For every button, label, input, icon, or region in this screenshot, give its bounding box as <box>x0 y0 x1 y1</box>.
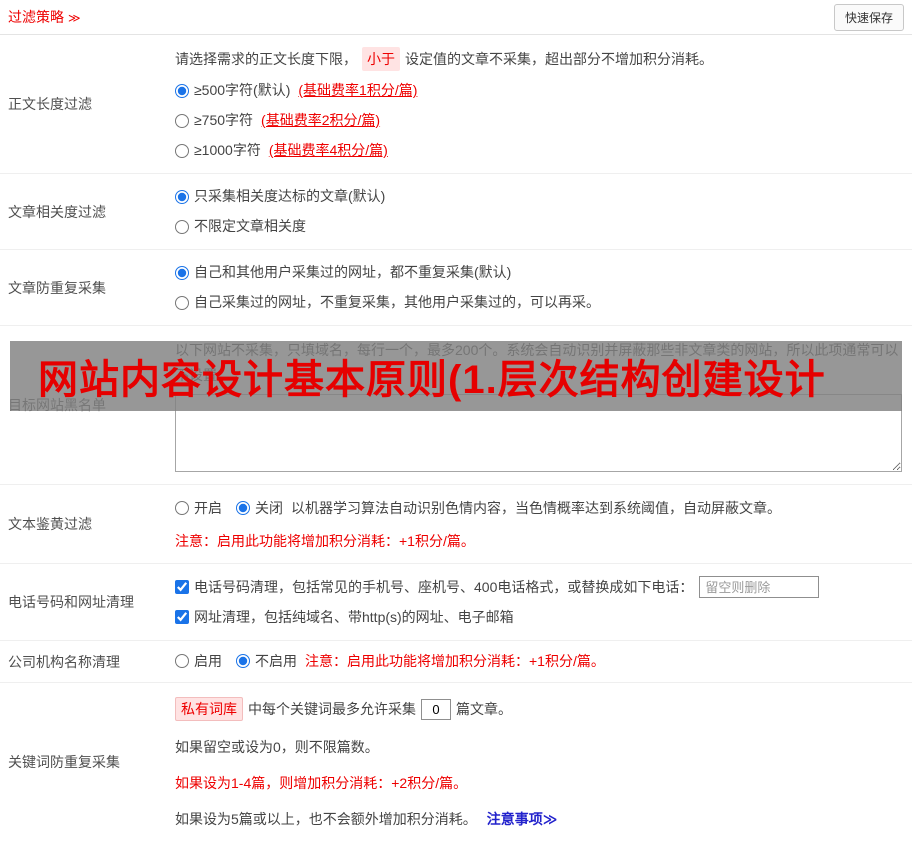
checkbox-label-phone-clean: 电话号码清理，包括常见的手机号、座机号、400电话格式，或替换成如下电话： <box>194 579 694 595</box>
radio-option-porn-on[interactable]: 开启 <box>175 497 222 519</box>
radio-label-500: ≥500字符(默认) <box>194 82 291 98</box>
row-porn-filter: 文本鉴黄过滤 开启 关闭 以机器学习算法自动识别色情内容，当色情概率达到系统阈值… <box>0 485 912 564</box>
fee-note-750: (基础费率2积分/篇) <box>261 112 381 128</box>
radio-option-1000[interactable]: ≥1000字符 (基础费率4积分/篇) <box>175 140 388 161</box>
fee-note-500: (基础费率1积分/篇) <box>298 82 418 98</box>
radio-input-relevance-strict[interactable] <box>175 189 189 204</box>
row-relevance-filter: 文章相关度过滤 只采集相关度达标的文章(默认) 不限定文章相关度 <box>0 174 912 250</box>
row-company-clean: 公司机构名称清理 启用 不启用 注意：启用此功能将增加积分消耗：+1积分/篇。 <box>0 641 912 683</box>
dedup-filter-label: 文章防重复采集 <box>8 279 106 296</box>
radio-option-750[interactable]: ≥750字符 (基础费率2积分/篇) <box>175 110 380 131</box>
radio-option-relevance-strict[interactable]: 只采集相关度达标的文章(默认) <box>175 186 385 207</box>
radio-input-750[interactable] <box>175 113 189 128</box>
radio-input-porn-on[interactable] <box>175 501 189 515</box>
radio-label-company-on: 启用 <box>194 653 222 669</box>
desc-text-after: 设定值的文章不采集，超出部分不增加积分消耗。 <box>405 51 713 67</box>
checkbox-option-phone-clean[interactable]: 电话号码清理，包括常见的手机号、座机号、400电话格式，或替换成如下电话： <box>175 576 693 598</box>
radio-label-company-off: 不启用 <box>255 653 297 669</box>
radio-label-relevance-any: 不限定文章相关度 <box>194 218 306 234</box>
checkbox-input-url-clean[interactable] <box>175 610 189 624</box>
row-length-filter: 正文长度过滤 请选择需求的正文长度下限， 小于 设定值的文章不采集，超出部分不增… <box>0 35 912 174</box>
checkbox-input-phone-clean[interactable] <box>175 580 189 594</box>
company-clean-fee-note: 注意：启用此功能将增加积分消耗：+1积分/篇。 <box>305 653 605 669</box>
radio-input-dedup-all[interactable] <box>175 265 189 280</box>
header-bar: 过滤策略 ≫ 快速保存 <box>0 0 912 35</box>
radio-label-relevance-strict: 只采集相关度达标的文章(默认) <box>194 188 386 204</box>
radio-option-porn-off[interactable]: 关闭 <box>236 497 283 519</box>
keyword-note-five: 如果设为5篇或以上，也不会额外增加积分消耗。 <box>175 811 477 827</box>
keyword-limit-input[interactable] <box>421 698 451 720</box>
radio-input-relevance-any[interactable] <box>175 219 189 234</box>
radio-label-1000: ≥1000字符 <box>194 142 261 158</box>
private-thesaurus-chip: 私有词库 <box>175 697 243 721</box>
checkbox-option-url-clean[interactable]: 网址清理，包括纯域名、带http(s)的网址、电子邮箱 <box>175 606 514 628</box>
radio-option-500[interactable]: ≥500字符(默认) (基础费率1积分/篇) <box>175 80 417 101</box>
relevance-filter-label: 文章相关度过滤 <box>8 203 106 220</box>
desc-text-before: 请选择需求的正文长度下限， <box>175 51 357 67</box>
phone-url-clean-label: 电话号码和网址清理 <box>8 594 134 610</box>
radio-label-750: ≥750字符 <box>194 112 254 128</box>
radio-input-500[interactable] <box>175 83 189 98</box>
keyword-note-fee: 如果设为1-4篇，则增加积分消耗：+2积分/篇。 <box>175 775 468 791</box>
radio-option-dedup-self[interactable]: 自己采集过的网址，不重复采集，其他用户采集过的，可以再采。 <box>175 292 600 313</box>
radio-input-company-on[interactable] <box>175 654 189 668</box>
porn-filter-fee-note: 注意：启用此功能将增加积分消耗：+1积分/篇。 <box>175 533 475 549</box>
marquee-text: 网站内容设计基本原则(1.层次结构创建设计 <box>38 358 826 402</box>
radio-option-dedup-all[interactable]: 自己和其他用户采集过的网址，都不重复采集(默认) <box>175 262 511 283</box>
keyword-dedup-label: 关键词防重复采集 <box>8 754 120 770</box>
radio-option-relevance-any[interactable]: 不限定文章相关度 <box>175 216 306 237</box>
radio-input-company-off[interactable] <box>236 654 250 668</box>
radio-input-1000[interactable] <box>175 143 189 158</box>
company-clean-label: 公司机构名称清理 <box>8 653 120 670</box>
marquee-overlay: 网站内容设计基本原则(1.层次结构创建设计 <box>10 341 902 411</box>
fee-note-1000: (基础费率4积分/篇) <box>268 142 388 158</box>
radio-label-dedup-self: 自己采集过的网址，不重复采集，其他用户采集过的，可以再采。 <box>194 294 600 310</box>
keyword-note-zero: 如果留空或设为0，则不限篇数。 <box>175 739 379 755</box>
radio-option-company-off[interactable]: 不启用 <box>236 650 297 672</box>
quick-save-button[interactable]: 快速保存 <box>833 3 904 31</box>
row-keyword-dedup: 关键词防重复采集 私有词库 中每个关键词最多允许采集 篇文章。 如果留空或设为0… <box>0 683 912 841</box>
row-dedup-filter: 文章防重复采集 自己和其他用户采集过的网址，都不重复采集(默认) 自己采集过的网… <box>0 250 912 326</box>
keyword-limit-suffix: 篇文章。 <box>456 701 512 717</box>
page-title-text: 过滤策略 <box>8 9 64 25</box>
less-than-highlight: 小于 <box>362 47 400 71</box>
radio-label-porn-on: 开启 <box>194 500 222 516</box>
length-filter-label: 正文长度过滤 <box>8 96 92 112</box>
radio-input-dedup-self[interactable] <box>175 295 189 310</box>
notice-link[interactable]: 注意事项≫ <box>487 809 558 829</box>
keyword-limit-text: 中每个关键词最多允许采集 <box>248 701 416 717</box>
length-filter-desc: 请选择需求的正文长度下限， 小于 设定值的文章不采集，超出部分不增加积分消耗。 <box>175 47 902 71</box>
row-phone-url-clean: 电话号码和网址清理 电话号码清理，包括常见的手机号、座机号、400电话格式，或替… <box>0 564 912 641</box>
radio-option-company-on[interactable]: 启用 <box>175 650 222 672</box>
replacement-phone-input[interactable] <box>699 576 820 598</box>
porn-filter-desc: 以机器学习算法自动识别色情内容，当色情概率达到系统阈值，自动屏蔽文章。 <box>291 500 781 516</box>
chevron-double-icon: ≫ <box>68 11 81 25</box>
checkbox-label-url-clean: 网址清理，包括纯域名、带http(s)的网址、电子邮箱 <box>194 609 514 625</box>
radio-label-porn-off: 关闭 <box>255 500 283 516</box>
page-title[interactable]: 过滤策略 ≫ <box>8 7 81 27</box>
porn-filter-label: 文本鉴黄过滤 <box>8 516 92 532</box>
radio-input-porn-off[interactable] <box>236 501 250 515</box>
radio-label-dedup-all: 自己和其他用户采集过的网址，都不重复采集(默认) <box>194 264 512 280</box>
